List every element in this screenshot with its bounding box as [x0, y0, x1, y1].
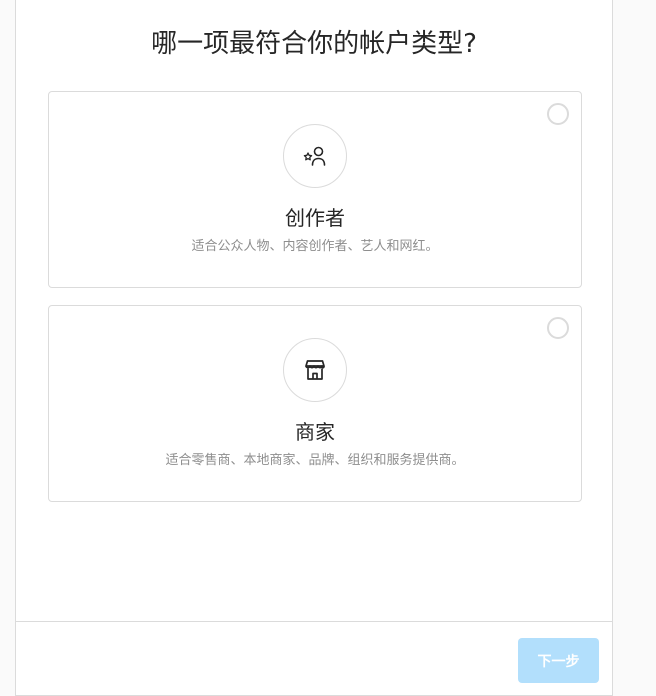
account-type-dialog: 哪一项最符合你的帐户类型? 创作者 适合公众人物、内容创作者、艺人和网红。 商家…	[15, 0, 613, 696]
page-title: 哪一项最符合你的帐户类型?	[151, 29, 477, 59]
option-description: 适合零售商、本地商家、品牌、组织和服务提供商。	[165, 453, 465, 468]
storefront-icon	[305, 360, 325, 380]
footer-divider	[16, 621, 612, 622]
option-card-creator[interactable]: 创作者 适合公众人物、内容创作者、艺人和网红。	[48, 91, 582, 288]
option-card-business[interactable]: 商家 适合零售商、本地商家、品牌、组织和服务提供商。	[48, 305, 582, 502]
business-icon-circle	[283, 338, 347, 402]
next-button[interactable]: 下一步	[518, 638, 599, 683]
star-person-icon	[303, 146, 326, 166]
radio-business[interactable]	[547, 317, 569, 339]
radio-creator[interactable]	[547, 103, 569, 125]
option-label: 商家	[295, 420, 335, 444]
creator-icon-circle	[283, 124, 347, 188]
option-description: 适合公众人物、内容创作者、艺人和网红。	[191, 239, 439, 254]
option-label: 创作者	[285, 206, 345, 230]
